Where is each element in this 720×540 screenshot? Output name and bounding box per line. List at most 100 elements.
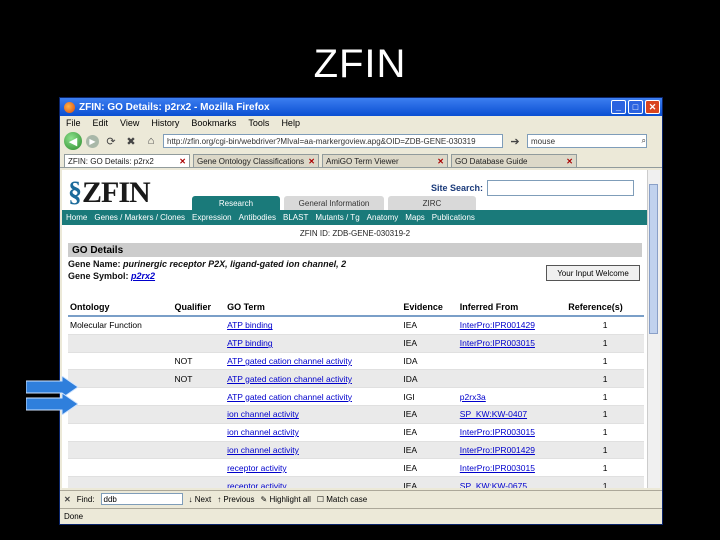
inferred-from-link[interactable]: InterPro:IPR003015 — [460, 338, 535, 348]
match-case-checkbox[interactable]: ☐ Match case — [317, 495, 367, 504]
back-button[interactable]: ◀ — [64, 132, 82, 150]
cell-inferred-from[interactable]: SP_KW:KW-0407 — [457, 404, 567, 424]
tab-go-database-guide[interactable]: GO Database Guide ✕ — [451, 154, 577, 167]
go-term-link[interactable]: ATP gated cation channel activity — [227, 392, 352, 402]
cell-go-term[interactable]: ATP binding — [225, 333, 402, 353]
cell-inferred-from[interactable] — [457, 369, 567, 388]
cell-inferred-from[interactable]: InterPro:IPR003015 — [457, 422, 567, 442]
go-term-link[interactable]: ATP binding — [227, 320, 273, 330]
inferred-from-link[interactable]: p2rx3a — [460, 392, 486, 402]
menu-help[interactable]: Help — [281, 118, 300, 128]
menu-tools[interactable]: Tools — [248, 118, 269, 128]
find-next-button[interactable]: ↓ Next — [189, 495, 212, 504]
col-inferred-from[interactable]: Inferred From — [457, 299, 567, 317]
find-previous-button[interactable]: ↑ Previous — [217, 495, 254, 504]
cell-go-term[interactable]: ATP gated cation channel activity — [225, 387, 402, 406]
zfin-logo[interactable]: § ZFIN — [68, 176, 151, 210]
tab-research[interactable]: Research — [192, 196, 280, 210]
tab-amigo[interactable]: AmiGO Term Viewer ✕ — [322, 154, 448, 167]
inferred-from-link[interactable]: SP_KW:KW-0675 — [460, 481, 527, 488]
go-term-link[interactable]: ATP binding — [227, 338, 273, 348]
inferred-from-link[interactable]: InterPro:IPR001429 — [460, 445, 535, 455]
col-ontology[interactable]: Ontology — [68, 299, 173, 317]
go-term-link[interactable]: ion channel activity — [227, 427, 299, 437]
go-term-link[interactable]: receptor activity — [227, 481, 287, 488]
cell-go-term[interactable]: ion channel activity — [225, 404, 402, 424]
col-references[interactable]: Reference(s) — [566, 299, 644, 317]
menu-history[interactable]: History — [151, 118, 179, 128]
go-icon[interactable]: ➔ — [507, 133, 523, 149]
gene-symbol-link[interactable]: p2rx2 — [131, 271, 155, 281]
scrollbar-thumb[interactable] — [649, 184, 658, 334]
cell-inferred-from[interactable]: SP_KW:KW-0675 — [457, 476, 567, 488]
go-term-link[interactable]: ATP gated cation channel activity — [227, 356, 352, 366]
find-input[interactable]: ddb — [100, 493, 183, 505]
go-term-link[interactable]: ion channel activity — [227, 409, 299, 419]
url-input[interactable]: http://zfin.org/cgi-bin/webdriver?MIval=… — [163, 134, 503, 148]
cell-go-term[interactable]: ion channel activity — [225, 440, 402, 459]
menu-view[interactable]: View — [120, 118, 139, 128]
cell-go-term[interactable]: receptor activity — [225, 476, 402, 488]
home-icon[interactable]: ⌂ — [143, 133, 159, 149]
col-go-term[interactable]: GO Term — [225, 299, 402, 317]
cell-inferred-from[interactable]: InterPro:IPR001429 — [457, 315, 567, 335]
go-term-link[interactable]: receptor activity — [227, 463, 287, 473]
cell-go-term[interactable]: ATP binding — [225, 315, 402, 335]
tab-close-icon[interactable]: ✕ — [179, 157, 186, 166]
tab-gene-ontology[interactable]: Gene Ontology Classifications ✕ — [193, 154, 319, 167]
cell-references: 1 — [566, 351, 644, 370]
tab-close-icon[interactable]: ✕ — [437, 157, 444, 166]
tab-close-icon[interactable]: ✕ — [566, 157, 573, 166]
stop-icon[interactable]: ✖ — [123, 133, 139, 149]
cell-go-term[interactable]: ATP gated cation channel activity — [225, 369, 402, 388]
reload-icon[interactable]: ⟳ — [103, 133, 119, 149]
find-close-icon[interactable]: ✕ — [64, 495, 71, 504]
search-input[interactable]: mouse ⌕ — [527, 134, 647, 148]
cell-go-term[interactable]: ion channel activity — [225, 422, 402, 442]
maximize-button[interactable]: □ — [628, 100, 643, 114]
close-button[interactable]: ✕ — [645, 100, 660, 114]
col-evidence[interactable]: Evidence — [401, 299, 458, 317]
cell-inferred-from[interactable]: p2rx3a — [457, 387, 567, 406]
cell-inferred-from[interactable]: InterPro:IPR003015 — [457, 458, 567, 477]
site-search-input[interactable] — [487, 180, 634, 196]
cell-references-text: 1 — [602, 462, 608, 473]
go-term-link[interactable]: ATP gated cation channel activity — [227, 374, 352, 384]
cell-inferred-from[interactable]: InterPro:IPR003015 — [457, 333, 567, 353]
inferred-from-link[interactable]: InterPro:IPR003015 — [460, 427, 535, 437]
nav-blast[interactable]: BLAST — [283, 213, 308, 222]
tab-general-information[interactable]: General Information — [284, 196, 384, 210]
minimize-button[interactable]: _ — [611, 100, 626, 114]
highlight-all-button[interactable]: ✎ Highlight all — [261, 495, 311, 504]
tab-zfin-go-details[interactable]: ZFIN: GO Details: p2rx2 ✕ — [64, 154, 190, 167]
nav-expression[interactable]: Expression — [192, 213, 232, 222]
nav-genes[interactable]: Genes / Markers / Clones — [94, 213, 185, 222]
nav-antibodies[interactable]: Antibodies — [239, 213, 276, 222]
menu-file[interactable]: File — [66, 118, 81, 128]
search-icon[interactable]: ⌕ — [642, 136, 646, 146]
your-input-welcome-button[interactable]: Your Input Welcome — [546, 265, 640, 281]
tab-zirc[interactable]: ZIRC — [388, 196, 476, 210]
inferred-from-link[interactable]: InterPro:IPR001429 — [460, 320, 535, 330]
inferred-from-link[interactable]: SP_KW:KW-0407 — [460, 409, 527, 419]
nav-anatomy[interactable]: Anatomy — [367, 213, 399, 222]
inferred-from-link[interactable]: InterPro:IPR003015 — [460, 463, 535, 473]
menu-edit[interactable]: Edit — [93, 118, 109, 128]
menu-bookmarks[interactable]: Bookmarks — [191, 118, 236, 128]
forward-button[interactable]: ▶ — [86, 134, 99, 148]
tab-close-icon[interactable]: ✕ — [308, 157, 315, 166]
cell-go-term[interactable]: receptor activity — [225, 458, 402, 477]
cell-qualifier: NOT — [172, 351, 226, 370]
nav-publications[interactable]: Publications — [432, 213, 475, 222]
vertical-scrollbar[interactable] — [647, 170, 660, 488]
cell-inferred-from[interactable]: InterPro:IPR001429 — [457, 440, 567, 459]
nav-home[interactable]: Home — [66, 213, 87, 222]
window-titlebar[interactable]: ZFIN: GO Details: p2rx2 - Mozilla Firefo… — [60, 98, 662, 116]
find-label: Find: — [76, 494, 95, 504]
cell-go-term[interactable]: ATP gated cation channel activity — [225, 351, 402, 370]
nav-maps[interactable]: Maps — [405, 213, 425, 222]
col-qualifier[interactable]: Qualifier — [172, 299, 226, 317]
nav-mutants[interactable]: Mutants / Tg — [315, 213, 359, 222]
go-term-link[interactable]: ion channel activity — [227, 445, 299, 455]
cell-inferred-from[interactable] — [457, 351, 567, 370]
